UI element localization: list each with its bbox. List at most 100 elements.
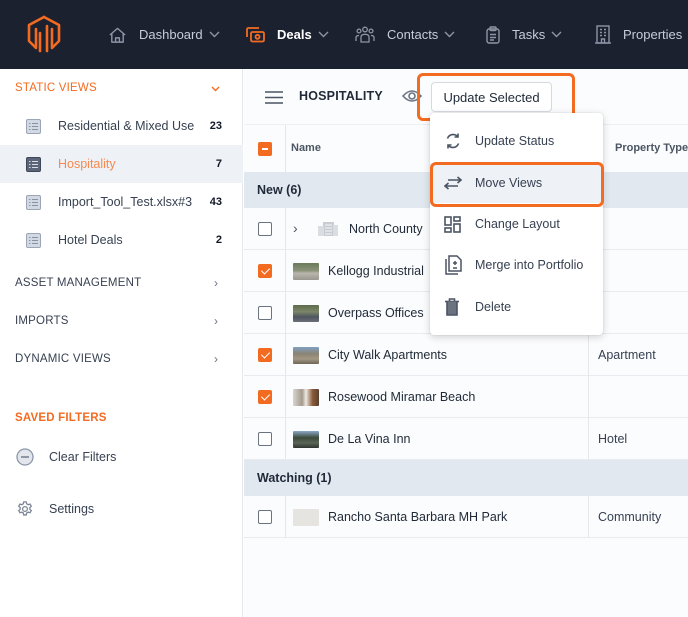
settings-label: Settings [49, 502, 95, 516]
chevron-down-icon[interactable] [211, 86, 220, 92]
nav-dashboard[interactable]: Dashboard [108, 0, 220, 69]
asset-management-section[interactable]: ASSET MANAGEMENT [15, 277, 141, 289]
update-selected-button[interactable]: Update Selected [431, 82, 552, 112]
sidebar-item-count: 2 [215, 234, 222, 246]
menu-item-change-layout[interactable]: Change Layout [430, 204, 603, 244]
select-all-checkbox[interactable] [258, 142, 272, 156]
property-thumbnail [293, 509, 319, 526]
chevron-right-icon[interactable]: › [293, 220, 298, 236]
row-checkbox[interactable] [258, 264, 272, 278]
sidebar-item-count: 23 [209, 120, 222, 132]
row-checkbox[interactable] [258, 432, 272, 446]
layout-icon [444, 215, 461, 233]
nav-dashboard-label: Dashboard [139, 27, 203, 42]
row-checkbox[interactable] [258, 348, 272, 362]
row-name[interactable]: De La Vina Inn [328, 432, 410, 446]
chevron-right-icon[interactable]: › [214, 314, 218, 328]
imports-section[interactable]: IMPORTS [15, 315, 69, 327]
menu-item-merge-into-portfolio[interactable]: Merge into Portfolio [430, 245, 603, 285]
settings-button[interactable]: Settings [16, 500, 94, 518]
list-icon [26, 119, 41, 134]
column-divider [588, 496, 589, 538]
contacts-icon [355, 26, 375, 43]
column-divider [285, 125, 286, 173]
row-name[interactable]: Kellogg Industrial [328, 264, 424, 278]
chevron-right-icon[interactable]: › [214, 352, 218, 366]
hamburger-menu-icon[interactable] [265, 91, 283, 104]
sidebar-item-hotel-deals[interactable]: Hotel Deals 2 [0, 221, 243, 259]
chevron-down-icon [209, 31, 220, 38]
menu-item-update-status[interactable]: Update Status [430, 121, 603, 161]
gear-icon [17, 501, 33, 516]
column-divider [285, 208, 286, 250]
list-icon [26, 195, 41, 210]
table-row[interactable]: Rosewood Miramar Beach [244, 376, 688, 418]
sidebar-item-label: Hospitality [58, 157, 116, 171]
column-divider [588, 334, 589, 376]
nav-deals-label: Deals [277, 27, 312, 42]
column-header-property-type[interactable]: Property Type [615, 142, 688, 154]
property-thumbnail [293, 305, 319, 322]
list-icon [26, 157, 41, 172]
saved-filters-header: SAVED FILTERS [15, 412, 107, 424]
nav-properties[interactable]: Properties [595, 0, 682, 69]
sidebar: STATIC VIEWS Residential & Mixed Use 23 … [0, 69, 243, 617]
row-checkbox[interactable] [258, 510, 272, 524]
column-header-name[interactable]: Name [291, 142, 321, 154]
eye-icon[interactable] [402, 89, 422, 103]
sidebar-item-count: 43 [209, 196, 222, 208]
column-divider [285, 418, 286, 460]
sidebar-item-hospitality[interactable]: Hospitality 7 [0, 145, 243, 183]
sidebar-item-label: Hotel Deals [58, 233, 123, 247]
brand-logo[interactable] [26, 15, 62, 53]
chevron-down-icon [444, 31, 455, 38]
merge-document-icon [445, 255, 462, 275]
menu-item-move-views[interactable]: Move Views [430, 163, 603, 203]
row-name[interactable]: Overpass Offices [328, 306, 424, 320]
row-checkbox[interactable] [258, 222, 272, 236]
clipboard-icon [486, 25, 500, 44]
menu-item-label: Move Views [475, 176, 543, 190]
column-divider [588, 376, 589, 418]
nav-deals[interactable]: Deals [246, 0, 329, 69]
menu-item-label: Merge into Portfolio [475, 258, 584, 272]
menu-item-label: Change Layout [475, 217, 560, 231]
table-row[interactable]: De La Vina Inn Hotel [244, 418, 688, 460]
sidebar-item-label: Residential & Mixed Use [58, 119, 195, 133]
static-views-header[interactable]: STATIC VIEWS [15, 82, 97, 94]
property-thumbnail [293, 431, 319, 448]
table-row[interactable]: City Walk Apartments Apartment [244, 334, 688, 376]
row-name[interactable]: City Walk Apartments [328, 348, 447, 362]
nav-properties-label: Properties [623, 27, 683, 42]
view-title: HOSPITALITY [299, 89, 383, 103]
property-thumbnail [293, 347, 319, 364]
nav-contacts-label: Contacts [387, 27, 439, 42]
row-name[interactable]: Rosewood Miramar Beach [328, 390, 475, 404]
row-property-type: Community [598, 510, 662, 524]
menu-item-delete[interactable]: Delete [430, 287, 603, 327]
table-row[interactable]: Rancho Santa Barbara MH Park Community [244, 496, 688, 538]
nav-contacts[interactable]: Contacts [355, 0, 455, 69]
property-thumbnail [293, 389, 319, 406]
group-label: Watching (1) [257, 471, 332, 485]
column-divider [285, 334, 286, 376]
building-icon [595, 25, 611, 44]
row-checkbox[interactable] [258, 306, 272, 320]
clear-filters-button[interactable]: Clear Filters [16, 448, 116, 466]
menu-item-label: Update Status [475, 134, 555, 148]
sidebar-item-import-tool-test[interactable]: Import_Tool_Test.xlsx#3 43 [0, 183, 243, 221]
column-divider [285, 496, 286, 538]
top-navigation-bar: Dashboard Deals Contacts Tasks Propertie… [0, 0, 688, 69]
dynamic-views-section[interactable]: DYNAMIC VIEWS [15, 353, 111, 365]
row-checkbox[interactable] [258, 390, 272, 404]
nav-tasks[interactable]: Tasks [486, 0, 562, 69]
row-name[interactable]: North County [349, 222, 423, 236]
row-name[interactable]: Rancho Santa Barbara MH Park [328, 510, 507, 524]
nav-tasks-label: Tasks [512, 27, 546, 42]
property-thumbnail [293, 263, 319, 280]
row-property-type: Hotel [598, 432, 628, 446]
sidebar-item-residential-mixed-use[interactable]: Residential & Mixed Use 23 [0, 107, 243, 145]
group-row-watching[interactable]: Watching (1) [244, 460, 688, 496]
chevron-right-icon[interactable]: › [214, 276, 218, 290]
swap-arrows-icon [444, 176, 462, 190]
